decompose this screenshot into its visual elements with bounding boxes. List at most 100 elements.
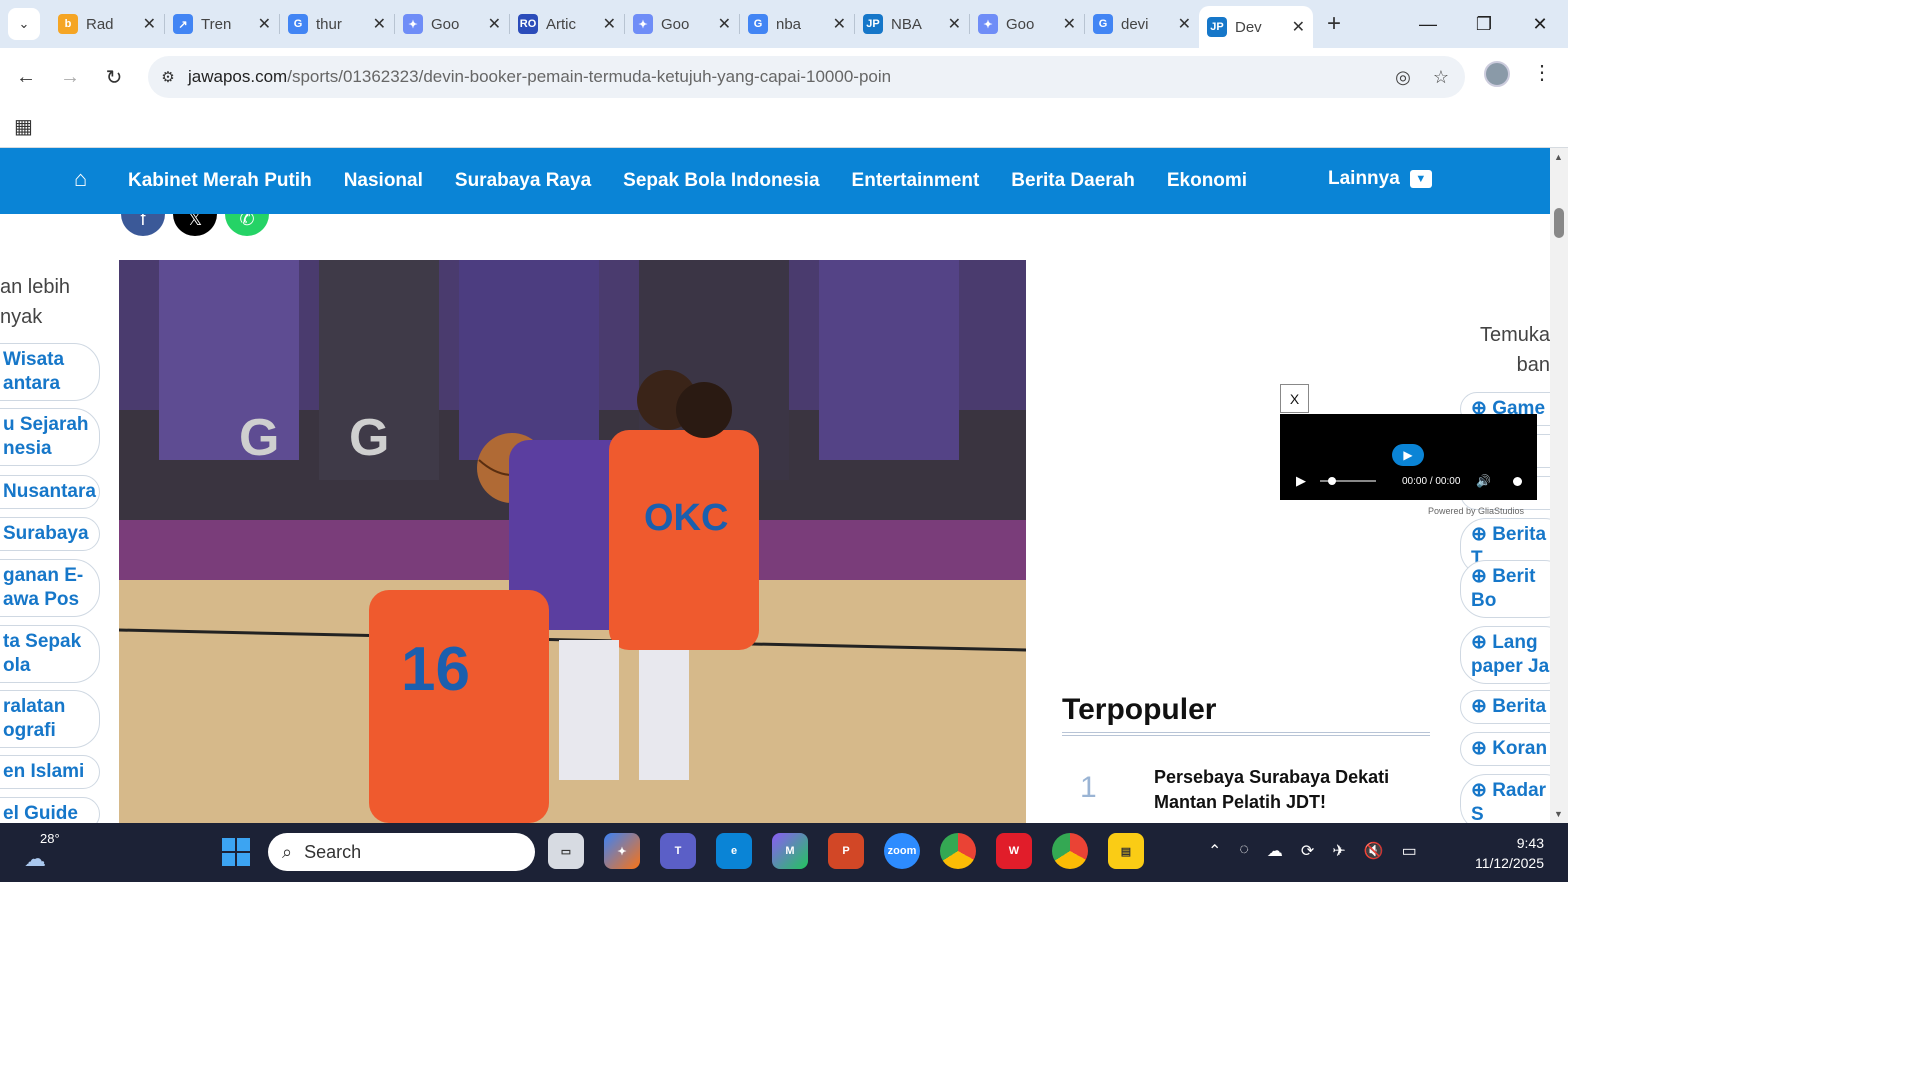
tab-search-button[interactable]: ⌄ xyxy=(8,8,40,40)
edge-icon[interactable]: e xyxy=(716,833,752,869)
right-category-pill[interactable]: ⊕ Berit Bo xyxy=(1460,560,1550,618)
nav-item[interactable]: Ekonomi xyxy=(1167,170,1247,192)
chrome-icon[interactable] xyxy=(940,833,976,869)
tab-close-icon[interactable]: ✕ xyxy=(1063,14,1076,34)
sticky-notes-icon[interactable]: ▤ xyxy=(1108,833,1144,869)
weather-widget[interactable]: 28° ☁ xyxy=(24,831,60,872)
site-info-icon[interactable]: ⚙ xyxy=(148,68,188,86)
tab-close-icon[interactable]: ✕ xyxy=(143,14,156,34)
left-category-pill[interactable]: en Islami xyxy=(0,755,100,789)
taskbar-search[interactable]: ⌕ Search xyxy=(268,833,535,871)
taskbar-apps: ▭ ✦ T e M P zoom W ▤ xyxy=(548,833,1144,869)
bolt-icon: ⊕ xyxy=(1471,780,1493,801)
back-icon[interactable]: ← xyxy=(4,66,48,89)
popular-item-title[interactable]: Persebaya Surabaya Dekati Mantan Pelatih… xyxy=(1154,765,1429,815)
sync-icon[interactable]: ◌ xyxy=(1239,841,1249,861)
bolt-icon: ⊕ xyxy=(1471,524,1493,545)
scroll-up-icon[interactable]: ▲ xyxy=(1554,152,1563,162)
powerpoint-icon[interactable]: P xyxy=(828,833,864,869)
left-category-pill[interactable]: u Sejarah nesia xyxy=(0,408,100,466)
profile-avatar[interactable] xyxy=(1484,61,1510,87)
tab-close-icon[interactable]: ✕ xyxy=(258,14,271,34)
clock[interactable]: 9:43 11/12/2025 xyxy=(1475,833,1544,873)
left-category-pill[interactable]: el Guide xyxy=(0,797,100,823)
left-category-pill[interactable]: Wisata antara xyxy=(0,343,100,401)
apps-grid-icon[interactable]: ▦ xyxy=(14,114,33,139)
browser-tab[interactable]: RO Artic ✕ xyxy=(510,6,624,42)
nav-item[interactable]: Berita Daerah xyxy=(1011,170,1135,192)
nav-item[interactable]: Nasional xyxy=(344,170,423,192)
address-bar[interactable]: ⚙ jawapos.com/sports/01362323/devin-book… xyxy=(148,56,1465,98)
browser-tab[interactable]: ✦ Goo ✕ xyxy=(395,6,509,42)
right-category-pill[interactable]: ⊕ Berita xyxy=(1460,690,1550,724)
wps-icon[interactable]: W xyxy=(996,833,1032,869)
restore-icon[interactable]: ❐ xyxy=(1456,14,1512,35)
left-category-pill[interactable]: Surabaya xyxy=(0,517,100,551)
battery-icon[interactable]: ▭ xyxy=(1402,841,1417,861)
pill-label: Berita xyxy=(1492,696,1547,717)
right-category-pill[interactable]: ⊕ Radar S xyxy=(1460,774,1550,823)
mute-icon[interactable]: 🔇 xyxy=(1364,841,1384,861)
tab-close-icon[interactable]: ✕ xyxy=(488,14,501,34)
refresh-icon[interactable]: ⟳ xyxy=(1301,841,1314,861)
right-category-pill[interactable]: ⊕ Lang paper Ja xyxy=(1460,626,1550,684)
tab-close-icon[interactable]: ✕ xyxy=(833,14,846,34)
nav-item[interactable]: Entertainment xyxy=(852,170,980,192)
browser-tab[interactable]: ✦ Goo ✕ xyxy=(970,6,1084,42)
browser-tab[interactable]: ✦ Goo ✕ xyxy=(625,6,739,42)
minimize-icon[interactable]: — xyxy=(1400,14,1456,35)
close-window-icon[interactable]: ✕ xyxy=(1512,14,1568,35)
right-category-pill[interactable]: ⊕ Koran xyxy=(1460,732,1550,766)
tab-close-icon[interactable]: ✕ xyxy=(1178,14,1191,34)
nav-item[interactable]: Kabinet Merah Putih xyxy=(128,170,312,192)
left-category-pill[interactable]: ganan E- awa Pos xyxy=(0,559,100,617)
eye-off-icon[interactable]: ◎ xyxy=(1395,67,1411,88)
chrome-profile-icon[interactable] xyxy=(1052,833,1088,869)
gemini-icon: ✦ xyxy=(978,14,998,34)
browser-tab[interactable]: JP Dev ✕ xyxy=(1199,6,1313,48)
url-text[interactable]: jawapos.com/sports/01362323/devin-booker… xyxy=(188,67,891,87)
tab-close-icon[interactable]: ✕ xyxy=(603,14,616,34)
volume-icon[interactable]: 🔊 xyxy=(1476,474,1491,488)
browser-menu-icon[interactable]: ⋮ xyxy=(1532,60,1552,85)
tab-close-icon[interactable]: ✕ xyxy=(718,14,731,34)
browser-tab[interactable]: Gnba ✕ xyxy=(740,6,854,42)
zoom-icon[interactable]: zoom xyxy=(884,833,920,869)
browser-tab[interactable]: Gthur ✕ xyxy=(280,6,394,42)
start-button[interactable] xyxy=(222,838,250,866)
nav-item[interactable]: Surabaya Raya xyxy=(455,170,591,192)
tab-close-icon[interactable]: ✕ xyxy=(1292,17,1305,37)
browser-tab[interactable]: JP NBA ✕ xyxy=(855,6,969,42)
copilot-icon[interactable]: ✦ xyxy=(604,833,640,869)
scroll-down-icon[interactable]: ▼ xyxy=(1554,809,1563,819)
tab-close-icon[interactable]: ✕ xyxy=(373,14,386,34)
video-player[interactable]: ▶ ▶ 00:00 / 00:00 🔊 xyxy=(1280,414,1537,500)
left-category-pill[interactable]: ralatan ografi xyxy=(0,690,100,748)
settings-dot-icon[interactable] xyxy=(1513,476,1523,486)
bookmark-star-icon[interactable]: ☆ xyxy=(1433,67,1449,88)
left-category-pill[interactable]: Nusantara xyxy=(0,475,100,509)
play-icon[interactable]: ▶ xyxy=(1296,473,1306,489)
m365-icon[interactable]: M xyxy=(772,833,808,869)
seek-bar[interactable] xyxy=(1320,477,1376,485)
new-tab-button[interactable]: + xyxy=(1327,10,1341,38)
big-play-icon[interactable]: ▶ xyxy=(1392,444,1424,466)
nav-item[interactable]: Sepak Bola Indonesia xyxy=(623,170,819,192)
airplane-icon[interactable]: ✈ xyxy=(1332,841,1345,861)
browser-tab[interactable]: Gdevi ✕ xyxy=(1085,6,1199,42)
home-icon[interactable]: ⌂ xyxy=(74,166,87,192)
forward-icon[interactable]: → xyxy=(48,66,92,89)
chevron-up-icon[interactable]: ⌃ xyxy=(1208,841,1221,861)
browser-tab[interactable]: ↗ Tren ✕ xyxy=(165,6,279,42)
page-scrollbar[interactable]: ▲ ▼ xyxy=(1550,148,1568,823)
cloud-off-icon[interactable]: ☁ xyxy=(1267,841,1283,861)
browser-tab[interactable]: b Rad ✕ xyxy=(50,6,164,42)
reload-icon[interactable]: ↻ xyxy=(92,65,136,90)
teams-icon[interactable]: T xyxy=(660,833,696,869)
nav-more-button[interactable]: Lainnya ▼ xyxy=(1328,168,1432,190)
task-view-icon[interactable]: ▭ xyxy=(548,833,584,869)
scroll-thumb[interactable] xyxy=(1554,208,1564,238)
video-close-button[interactable]: X xyxy=(1280,384,1309,413)
left-category-pill[interactable]: ta Sepak ola xyxy=(0,625,100,683)
tab-close-icon[interactable]: ✕ xyxy=(948,14,961,34)
